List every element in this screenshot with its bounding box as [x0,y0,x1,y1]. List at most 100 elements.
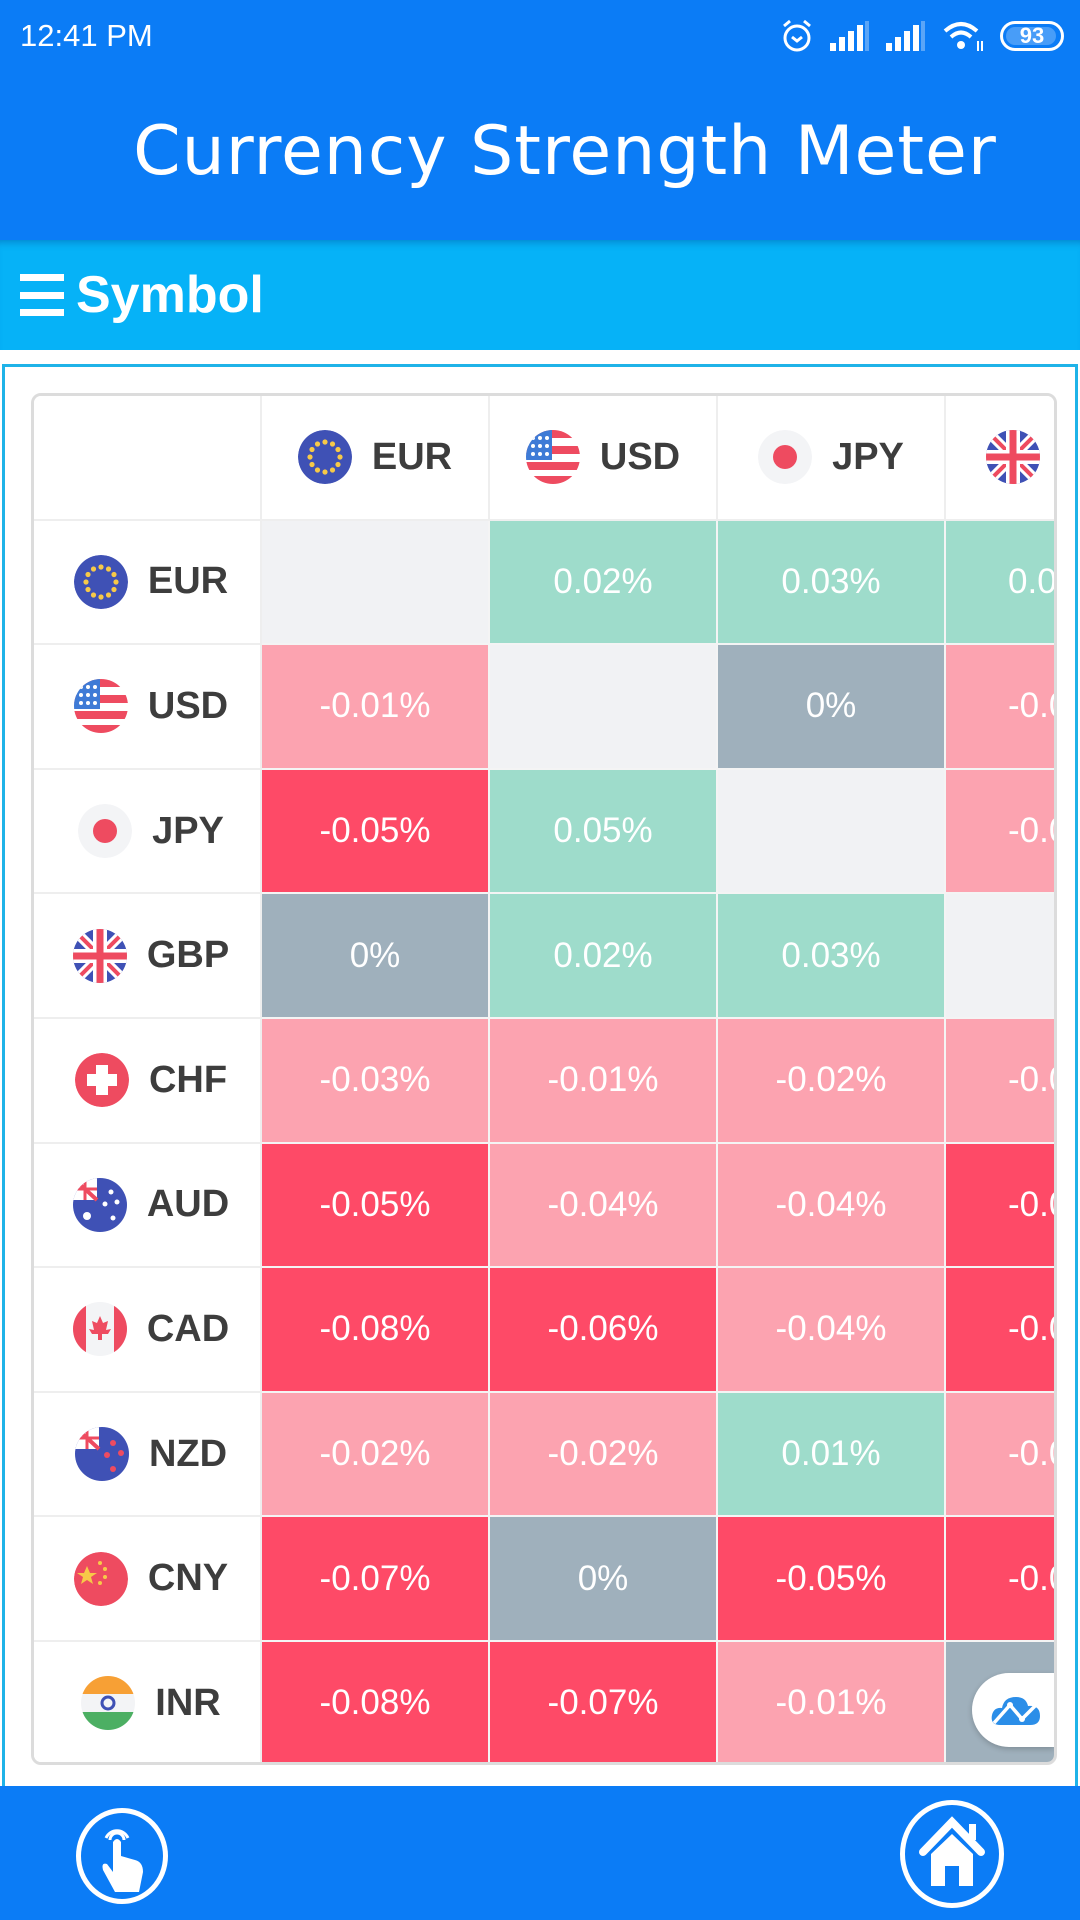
matrix-cell[interactable]: -0.0 [946,1018,1054,1144]
matrix-cell[interactable]: -0.0 [946,645,1054,770]
gb-flag-icon [72,928,127,983]
gb-flag-icon [986,430,1040,485]
alarm-icon [780,18,814,54]
row-header-label: EUR [147,560,229,603]
matrix-cell[interactable]: 0.02% [490,894,718,1019]
matrix-cell[interactable]: -0.06% [490,1268,718,1393]
matrix-cell[interactable]: -0.0 [946,1517,1054,1642]
bottom-nav [0,1786,1080,1920]
wifi-icon [942,19,984,53]
us-flag-icon [73,679,128,734]
hamburger-menu-icon[interactable] [20,274,64,316]
row-header-eur[interactable]: EUR [34,520,262,646]
matrix-cell[interactable] [718,769,946,895]
home-icon [919,1816,985,1886]
matrix-cell[interactable]: 0.01% [718,1392,946,1518]
matrix-cell[interactable]: -0.0 [946,1143,1054,1269]
row-header-label: NZD [148,1432,228,1475]
column-header-eur[interactable]: EUR [262,396,490,521]
app-header: 12:41 PM 93 Currency Strength Meter [0,0,1080,240]
matrix-cell[interactable]: -0.0 [946,1392,1054,1518]
matrix-cell[interactable]: 0.05% [490,769,718,895]
matrix-cell[interactable]: -0.05% [718,1517,946,1642]
jp-flag-icon [758,430,813,485]
ch-flag-icon [74,1053,129,1108]
matrix-cell[interactable]: 0% [490,1517,718,1642]
matrix-cell[interactable]: -0.0 [946,1268,1054,1393]
matrix-cell[interactable]: 0.0 [946,520,1054,646]
column-header-label: USD [599,435,681,478]
matrix-cell[interactable]: -0.08% [262,1268,490,1393]
row-header-label: CAD [146,1307,230,1350]
matrix-cell[interactable]: -0.02% [262,1392,490,1518]
app-title: Currency Strength Meter [133,112,997,191]
strength-matrix[interactable]: EURUSDJPYEUR0.02%0.03%0.0USD-0.01%0%-0.0… [31,393,1057,1765]
matrix-grid: EURUSDJPYEUR0.02%0.03%0.0USD-0.01%0%-0.0… [34,396,1054,1762]
matrix-cell[interactable]: -0.07% [490,1641,718,1762]
row-header-label: AUD [146,1183,230,1226]
header-corner [34,396,262,521]
battery-icon: 93 [1000,21,1064,51]
matrix-cell[interactable]: -0.02% [718,1018,946,1144]
column-header-label: JPY [832,435,904,478]
row-header-gbp[interactable]: GBP [34,894,262,1019]
matrix-card: EURUSDJPYEUR0.02%0.03%0.0USD-0.01%0%-0.0… [2,364,1078,1788]
row-header-label: JPY [152,809,224,852]
matrix-cell[interactable] [490,645,718,770]
row-header-aud[interactable]: AUD [34,1143,262,1269]
row-header-label: USD [147,684,229,727]
matrix-cell[interactable]: -0.01% [718,1641,946,1762]
row-header-chf[interactable]: CHF [34,1018,262,1144]
matrix-cell[interactable]: 0% [718,645,946,770]
matrix-cell[interactable]: -0.05% [262,1143,490,1269]
matrix-cell[interactable]: -0.01% [490,1018,718,1144]
battery-level: 93 [1019,23,1045,48]
matrix-cell[interactable]: -0.02% [490,1392,718,1518]
row-header-label: GBP [146,934,230,977]
us-flag-icon [525,430,580,485]
matrix-cell[interactable]: -0.04% [718,1143,946,1269]
matrix-cell[interactable]: -0.01% [262,645,490,770]
tap-hand-icon [102,1829,143,1892]
cloud-chart-button[interactable] [972,1673,1054,1747]
row-header-usd[interactable]: USD [34,645,262,770]
row-header-cny[interactable]: CNY [34,1517,262,1642]
row-header-jpy[interactable]: JPY [34,769,262,895]
row-header-nzd[interactable]: NZD [34,1392,262,1518]
jp-flag-icon [78,804,133,859]
cn-flag-icon [73,1551,128,1606]
matrix-cell[interactable]: -0.04% [718,1268,946,1393]
row-header-label: INR [155,1681,221,1724]
signal-icon [886,21,926,51]
home-button[interactable] [900,1800,1004,1908]
status-time: 12:41 PM [20,18,153,53]
cloud-chart-icon [991,1697,1040,1725]
matrix-cell[interactable]: 0.02% [490,520,718,646]
matrix-cell[interactable]: -0.08% [262,1641,490,1762]
matrix-cell[interactable]: 0.03% [718,520,946,646]
matrix-cell[interactable]: -0.04% [490,1143,718,1269]
row-header-label: CNY [147,1557,229,1600]
symbol-toolbar: Symbol [0,240,1080,350]
matrix-cell[interactable]: 0.03% [718,894,946,1019]
eu-flag-icon [73,554,128,609]
row-header-cad[interactable]: CAD [34,1268,262,1393]
matrix-cell[interactable]: -0.07% [262,1517,490,1642]
eu-flag-icon [297,430,352,485]
column-header-gbp[interactable] [946,396,1054,521]
column-header-label: EUR [371,435,453,478]
signal-icon [830,21,870,51]
matrix-cell[interactable]: -0.03% [262,1018,490,1144]
in-flag-icon [81,1676,136,1731]
matrix-cell[interactable] [262,520,490,646]
symbol-label[interactable]: Symbol [76,265,264,325]
tap-button[interactable] [76,1808,168,1904]
au-flag-icon [72,1177,127,1232]
matrix-cell[interactable]: -0.05% [262,769,490,895]
column-header-usd[interactable]: USD [490,396,718,521]
column-header-jpy[interactable]: JPY [718,396,946,521]
row-header-inr[interactable]: INR [34,1641,262,1762]
matrix-cell[interactable]: 0% [262,894,490,1019]
matrix-cell[interactable] [946,894,1054,1019]
matrix-cell[interactable]: -0.0 [946,769,1054,895]
